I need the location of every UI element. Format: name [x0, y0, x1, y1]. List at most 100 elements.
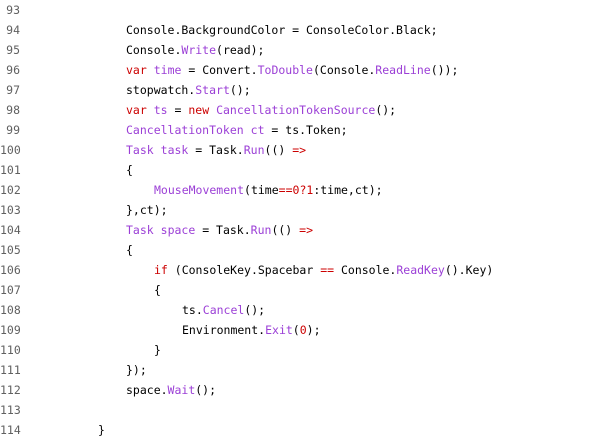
code-text: }); — [126, 360, 147, 380]
code-token-plain: = Convert. — [181, 63, 258, 77]
code-text: var ts = new CancellationTokenSource(); — [126, 100, 396, 120]
code-text: space.Wait(); — [126, 380, 216, 400]
code-text: Console.BackgroundColor = ConsoleColor.B… — [126, 20, 438, 40]
code-token-plain: Console. — [126, 43, 182, 57]
code-line[interactable]: 102 MouseMovement(time==0?1:time,ct); — [0, 180, 603, 200]
code-token-plain: stopwatch. — [126, 83, 196, 97]
code-token-keyword: == — [320, 263, 335, 277]
code-token-plain: { — [154, 283, 161, 297]
code-token-type: time — [153, 63, 182, 77]
code-token-number: 0 — [299, 323, 307, 337]
line-number: 93 — [6, 3, 20, 17]
code-line[interactable]: 98 var ts = new CancellationTokenSource()… — [0, 100, 603, 120]
code-token-method: Wait — [167, 383, 196, 397]
line-number: 105 — [0, 243, 21, 257]
code-token-plain: (); — [244, 303, 266, 317]
code-token-method: ToDouble — [257, 63, 313, 77]
code-line[interactable]: 114} — [0, 420, 603, 440]
code-editor[interactable]: 93 94 Console.BackgroundColor = ConsoleCol… — [0, 0, 603, 438]
line-number: 106 — [0, 263, 21, 277]
code-text: Console.Write(read); — [126, 40, 264, 60]
code-line[interactable]: 113 — [0, 400, 603, 420]
code-line[interactable]: 109 Environment.Exit(0); — [0, 320, 603, 340]
code-text: ts.Cancel(); — [182, 300, 265, 320]
code-line[interactable]: 94 Console.BackgroundColor = ConsoleColor… — [0, 20, 603, 40]
code-token-type: ts — [153, 103, 168, 117]
code-token-plain: },ct); — [126, 203, 168, 217]
line-number: 114 — [0, 423, 21, 437]
line-number: 107 — [0, 283, 21, 297]
code-token-plain: ); — [306, 323, 321, 337]
line-number: 108 — [0, 303, 21, 317]
code-token-plain: (() — [264, 143, 293, 157]
code-token-plain: (read); — [216, 43, 265, 57]
code-token-keyword: var — [126, 103, 147, 117]
line-number: 99 — [6, 123, 20, 137]
code-token-plain: Console. — [334, 263, 397, 277]
code-text: Environment.Exit(0); — [182, 320, 321, 340]
code-line[interactable]: 105 { — [0, 240, 603, 260]
code-token-plain: { — [126, 243, 133, 257]
code-token-type: CancellationTokenSource — [216, 103, 376, 117]
code-line[interactable]: 108 ts.Cancel(); — [0, 300, 603, 320]
code-line[interactable]: 97 stopwatch.Start(); — [0, 80, 603, 100]
code-token-plain: (() — [271, 223, 300, 237]
code-line[interactable]: 93 — [0, 0, 603, 20]
code-line[interactable]: 103 },ct); — [0, 200, 603, 220]
code-text: if (ConsoleKey.Spacebar == Console.ReadK… — [154, 260, 493, 280]
code-token-type: space — [160, 223, 196, 237]
code-text: } — [154, 340, 161, 360]
code-text: { — [154, 280, 161, 300]
code-token-type: Task — [126, 223, 154, 237]
code-token-plain: ()); — [430, 63, 459, 77]
line-number: 102 — [0, 183, 21, 197]
code-text: CancellationToken ct = ts.Token; — [126, 120, 348, 140]
code-token-plain: (); — [195, 383, 217, 397]
code-token-type: CancellationToken — [126, 123, 244, 137]
line-number: 111 — [0, 363, 21, 377]
code-line[interactable]: 107 { — [0, 280, 603, 300]
line-number: 103 — [0, 203, 21, 217]
code-line[interactable]: 104 Task space = Task.Run(() => — [0, 220, 603, 240]
code-text: MouseMovement(time==0?1:time,ct); — [154, 180, 383, 200]
code-token-method: ReadLine — [375, 63, 431, 77]
code-token-plain: Console.BackgroundColor = ConsoleColor.B… — [126, 23, 438, 37]
code-line[interactable]: 100 Task task = Task.Run(() => — [0, 140, 603, 160]
code-token-plain: Environment. — [182, 323, 266, 337]
code-token-plain: (); — [375, 103, 397, 117]
code-line[interactable]: 110} — [0, 340, 603, 360]
code-text: } — [98, 420, 105, 440]
code-token-plain: (); — [229, 83, 251, 97]
code-token-type: ct — [250, 123, 265, 137]
code-token-method: Cancel — [202, 303, 245, 317]
code-text: { — [126, 160, 133, 180]
code-line[interactable]: 99 CancellationToken ct = ts.Token; — [0, 120, 603, 140]
code-token-type: Task — [126, 143, 154, 157]
code-token-plain: (Console. — [312, 63, 376, 77]
code-line[interactable]: 101 { — [0, 160, 603, 180]
line-number: 95 — [6, 43, 20, 57]
line-number: 98 — [6, 103, 20, 117]
code-token-method: Run — [250, 223, 272, 237]
code-text: Task space = Task.Run(() => — [126, 220, 313, 240]
code-token-plain: ( — [292, 323, 300, 337]
code-token-keyword: == — [278, 183, 293, 197]
code-token-plain: } — [154, 343, 161, 357]
code-line[interactable]: 112 space.Wait(); — [0, 380, 603, 400]
code-token-method: MouseMovement — [154, 183, 245, 197]
line-number: 94 — [6, 23, 20, 37]
code-line[interactable]: 111}); — [0, 360, 603, 380]
code-line[interactable]: 106 if (ConsoleKey.Spacebar == Console.Re… — [0, 260, 603, 280]
code-line[interactable]: 95 Console.Write(read); — [0, 40, 603, 60]
code-token-method: Write — [181, 43, 217, 57]
code-text: Task task = Task.Run(() => — [126, 140, 306, 160]
code-token-method: Run — [243, 143, 265, 157]
code-token-plain: ().Key) — [444, 263, 494, 277]
code-line[interactable]: 96 var time = Convert.ToDouble(Console.Re… — [0, 60, 603, 80]
line-number: 109 — [0, 323, 21, 337]
code-text: },ct); — [126, 200, 168, 220]
line-number: 110 — [0, 343, 21, 357]
